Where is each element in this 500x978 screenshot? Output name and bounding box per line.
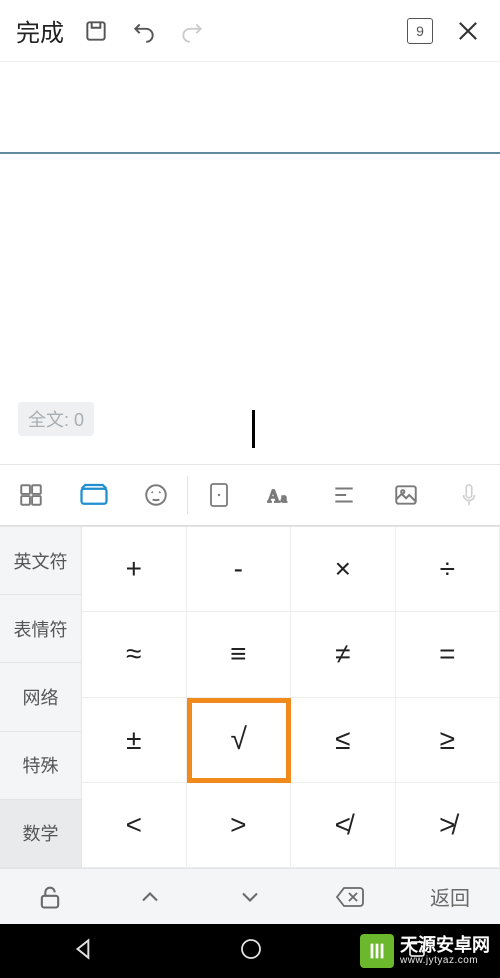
key-plus[interactable]: + [82,527,187,612]
nav-recent-icon[interactable] [405,937,429,966]
image-icon[interactable] [375,482,437,508]
key-gte[interactable]: ≥ [396,698,500,783]
apps-icon[interactable] [0,482,62,508]
text-cursor [252,410,255,448]
key-approx[interactable]: ≈ [82,612,187,697]
save-icon[interactable] [72,7,120,55]
svg-text:a: a [281,490,287,505]
tab-special-symbols[interactable]: 特殊 [0,732,82,800]
tab-network-symbols[interactable]: 网络 [0,663,82,731]
keyboard-control-bar: 返回 [0,868,500,924]
tab-english-symbols[interactable]: 英文符 [0,527,82,595]
mic-icon[interactable] [438,481,500,509]
lock-toggle-icon[interactable] [0,883,100,911]
key-minus[interactable]: - [187,527,292,612]
chevron-up-icon[interactable] [100,883,200,911]
watermark: 天源安卓网 www.jytyaz.com [360,924,500,978]
font-icon[interactable]: Aa [251,482,313,508]
word-count-badge: 全文: 0 [18,402,94,436]
page-number-badge[interactable]: 9 [396,7,444,55]
title-input[interactable] [0,62,500,154]
fullscreen-icon[interactable] [188,481,250,509]
key-gt[interactable]: > [187,783,292,868]
key-multiply[interactable]: × [291,527,396,612]
nav-back-icon[interactable] [71,936,97,967]
key-lt[interactable]: < [82,783,187,868]
align-icon[interactable] [313,482,375,508]
watermark-logo-icon [360,934,394,968]
redo-icon [168,7,216,55]
chevron-down-icon[interactable] [200,883,300,911]
key-identical[interactable]: ≡ [187,612,292,697]
key-divide[interactable]: ÷ [396,527,500,612]
emoji-icon[interactable] [125,482,187,508]
key-plus-minus[interactable]: ± [82,698,187,783]
done-button[interactable]: 完成 [8,13,72,48]
undo-icon[interactable] [120,7,168,55]
nav-home-icon[interactable] [239,937,263,966]
key-lte[interactable]: ≤ [291,698,396,783]
android-nav-bar: 天源安卓网 www.jytyaz.com [0,924,500,978]
top-toolbar: 完成 9 [0,0,500,62]
close-icon[interactable] [444,7,492,55]
key-sqrt[interactable]: √ [187,698,292,783]
keyboard-grid: + - × ÷ ≈ ≡ ≠ = ± √ ≤ ≥ < > ≮ ≯ [82,527,500,868]
keyboard-icon[interactable] [62,480,124,510]
tab-emoji-symbols[interactable]: 表情符 [0,595,82,663]
svg-text:A: A [267,486,280,506]
tab-math-symbols[interactable]: 数学 [0,800,82,868]
symbol-keyboard: 英文符 表情符 网络 特殊 数学 + - × ÷ ≈ ≡ ≠ = ± √ ≤ ≥… [0,526,500,868]
format-toolbar: Aa [0,464,500,526]
key-not-greater[interactable]: ≯ [396,783,500,868]
editor-body[interactable]: 全文: 0 [0,154,500,464]
backspace-icon[interactable] [300,884,400,910]
keyboard-category-tabs: 英文符 表情符 网络 特殊 数学 [0,527,82,868]
key-not-equal[interactable]: ≠ [291,612,396,697]
key-not-less[interactable]: ≮ [291,783,396,868]
key-equal[interactable]: = [396,612,500,697]
return-button[interactable]: 返回 [400,882,500,911]
